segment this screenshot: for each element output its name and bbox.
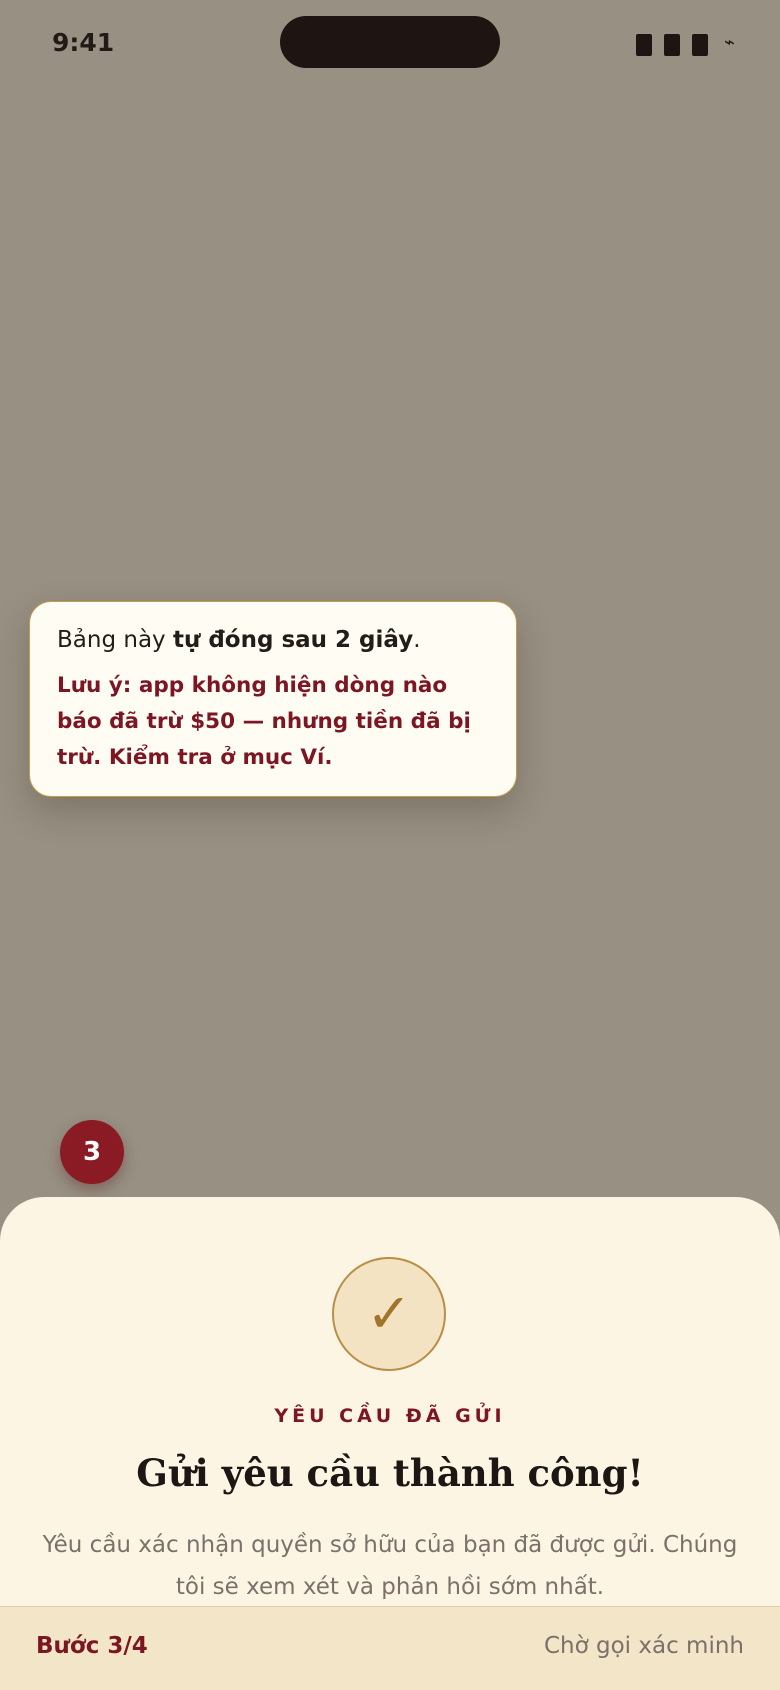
signal-icon: [636, 34, 652, 56]
status-icons: ⌁: [636, 32, 740, 58]
popover-warning: Lưu ý: app không hiện dòng nào báo đã tr…: [57, 673, 471, 770]
sheet-title: Gửi yêu cầu thành công!: [136, 1451, 644, 1495]
success-check-badge: ✓: [332, 1257, 446, 1371]
auto-close-popover: Bảng này tự đóng sau 2 giây. Lưu ý: app …: [29, 601, 517, 797]
step-badge[interactable]: 3: [60, 1120, 124, 1184]
battery-icon: [692, 34, 708, 56]
dynamic-island: [280, 16, 500, 68]
progress-footer: Bước 3/4 Chờ gọi xác minh: [0, 1606, 780, 1690]
footer-step-label: Bước 3/4: [36, 1633, 148, 1659]
status-bar: 9:41 ⌁: [0, 0, 780, 90]
sheet-eyebrow: YÊU CẦU ĐÃ GỬI: [274, 1405, 506, 1427]
popover-message: Bảng này tự đóng sau 2 giây.: [57, 624, 489, 656]
popover-suffix: .: [413, 627, 421, 653]
footer-status-label: Chờ gọi xác minh: [543, 1633, 744, 1659]
popover-prefix: Bảng này: [57, 627, 173, 653]
wifi-icon: [664, 34, 680, 56]
checkmark-icon: ✓: [366, 1282, 412, 1345]
popover-emphasis: tự đóng sau 2 giây: [172, 627, 414, 653]
sheet-description: Yêu cầu xác nhận quyền sở hữu của bạn đã…: [42, 1532, 738, 1600]
charging-icon: ⌁: [724, 32, 735, 53]
status-time: 9:41: [52, 28, 115, 57]
